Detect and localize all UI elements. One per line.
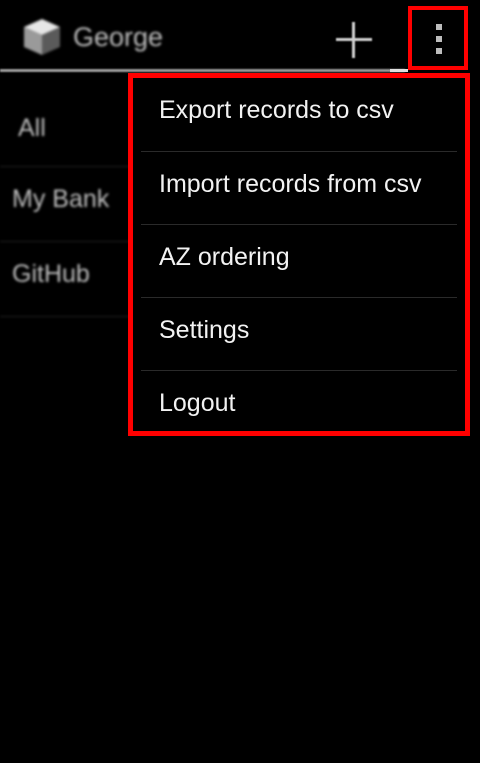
action-bar-divider bbox=[0, 69, 405, 72]
menu-item-label: Export records to csv bbox=[159, 96, 394, 124]
menu-item-settings[interactable]: Settings bbox=[141, 297, 457, 370]
list-item-label: My Bank bbox=[12, 185, 110, 213]
overflow-menu: Export records to csv Import records fro… bbox=[128, 73, 470, 436]
menu-item-label: Import records from csv bbox=[159, 170, 422, 198]
menu-item-label: Logout bbox=[159, 389, 236, 417]
menu-item-import-csv[interactable]: Import records from csv bbox=[141, 151, 457, 224]
menu-item-label: AZ ordering bbox=[159, 243, 290, 271]
menu-item-logout[interactable]: Logout bbox=[141, 370, 457, 443]
account-title: George bbox=[73, 22, 164, 52]
overflow-menu-button[interactable] bbox=[408, 6, 468, 70]
record-list: All My Bank GitHub bbox=[0, 90, 130, 317]
list-item[interactable]: GitHub bbox=[0, 242, 130, 317]
list-item-label: All bbox=[18, 114, 46, 142]
menu-item-label: Settings bbox=[159, 316, 250, 344]
list-item-label: GitHub bbox=[12, 260, 90, 288]
list-item[interactable]: All bbox=[0, 90, 130, 167]
action-bar: George bbox=[0, 0, 480, 74]
app-cube-icon bbox=[24, 19, 60, 55]
tab-indicator bbox=[390, 69, 408, 72]
add-record-button[interactable] bbox=[330, 16, 378, 64]
overflow-menu-icon bbox=[436, 24, 442, 54]
menu-item-export-csv[interactable]: Export records to csv bbox=[141, 78, 457, 151]
menu-item-az-ordering[interactable]: AZ ordering bbox=[141, 224, 457, 297]
list-item[interactable]: My Bank bbox=[0, 167, 130, 242]
app-screen: George All My Bank GitHub Export records… bbox=[0, 0, 480, 763]
